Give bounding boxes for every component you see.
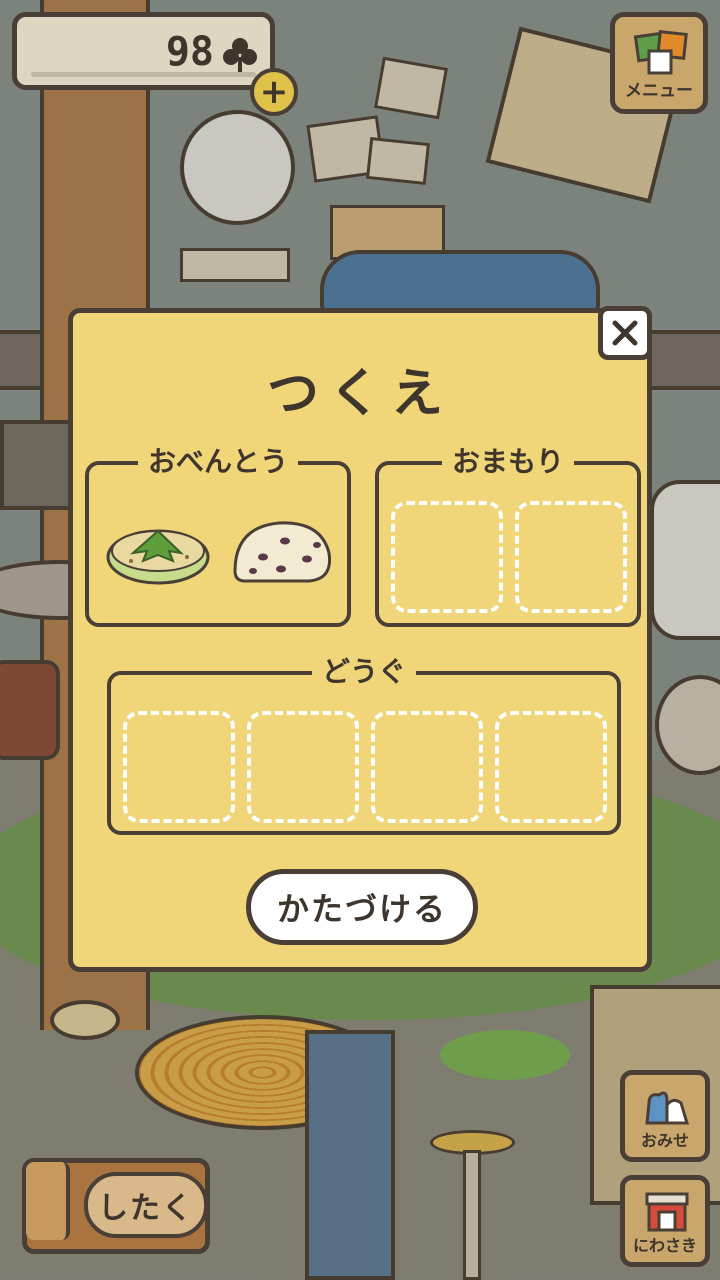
charm-slot-empty[interactable]	[515, 501, 627, 613]
charm-slot-empty[interactable]	[391, 501, 503, 613]
page-title: つくえ	[266, 364, 453, 424]
garden-button[interactable]: にわさき	[620, 1175, 710, 1267]
lunch-section: おべんとう	[85, 444, 351, 627]
log-end	[26, 1162, 70, 1240]
add-clover-button[interactable]: +	[250, 68, 298, 116]
shop-button[interactable]: おみせ	[620, 1070, 710, 1162]
shop-bag-icon	[645, 1091, 690, 1125]
lunch-section-title: おべんとう	[137, 444, 298, 480]
tool-slot-empty[interactable]	[123, 711, 235, 823]
garden-gate-icon	[645, 1192, 689, 1232]
tool-slot-empty[interactable]	[371, 711, 483, 823]
prepare-label: したく	[84, 1172, 208, 1238]
clear-button[interactable]: かたづける	[246, 869, 478, 945]
tool-slot-empty[interactable]	[495, 711, 607, 823]
clover-count: 98	[165, 29, 214, 75]
tool-slot-empty[interactable]	[247, 711, 359, 823]
close-button[interactable]	[598, 306, 652, 360]
close-icon	[612, 320, 638, 346]
menu-button[interactable]: メニュー	[610, 12, 708, 114]
charm-section: おまもり	[375, 444, 641, 627]
desk-panel: つくえ おべんとう おまもり どうぐ かたづける	[68, 308, 652, 972]
tool-section: どうぐ	[107, 654, 621, 835]
menu-label: メニュー	[625, 81, 693, 101]
herb-flatbread-icon[interactable]	[103, 517, 213, 587]
garden-label: にわさき	[632, 1236, 697, 1255]
prepare-button[interactable]: したく	[22, 1158, 210, 1254]
clover-counter: 98	[12, 12, 275, 90]
plus-icon: +	[259, 72, 289, 112]
bean-bread-icon[interactable]	[229, 513, 339, 589]
shop-label: おみせ	[640, 1131, 689, 1150]
tool-section-title: どうぐ	[311, 654, 416, 690]
clover-icon	[223, 38, 257, 73]
charm-section-title: おまもり	[441, 444, 574, 480]
menu-icon	[633, 30, 688, 75]
counter-underline	[31, 72, 256, 77]
